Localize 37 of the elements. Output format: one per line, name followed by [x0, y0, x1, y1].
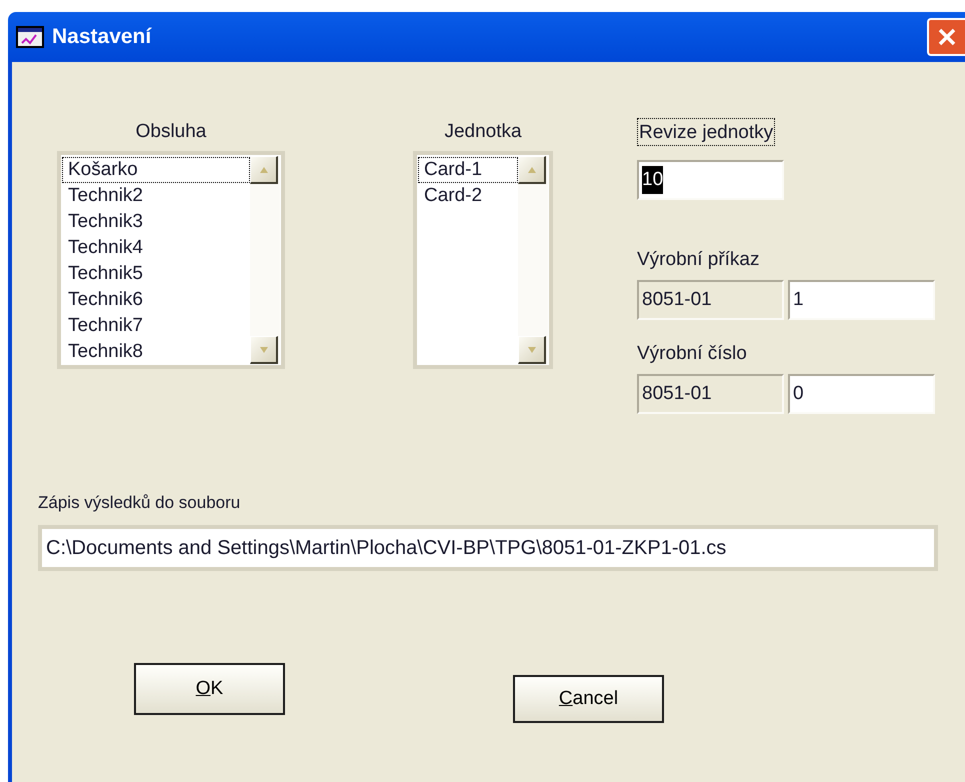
list-item[interactable]: Technik6: [62, 287, 250, 313]
field-label: Revize jednotky: [637, 118, 776, 146]
scrollbar[interactable]: [250, 156, 280, 364]
prefix-field: 8051-01: [637, 280, 784, 320]
field-label: Výrobní číslo: [637, 342, 748, 366]
input-field[interactable]: 10: [637, 160, 784, 200]
dialog-button[interactable]: OK: [134, 663, 285, 715]
field-label: Výrobní příkaz: [637, 248, 760, 272]
scroll-down-button[interactable]: [518, 336, 546, 364]
up-arrow-icon: [526, 166, 536, 174]
input-field[interactable]: C:\Documents and Settings\Martin\Plocha\CVI-BP\TPG\8051-01-ZKP1-01.cs: [38, 525, 938, 571]
list-item[interactable]: Technik5: [62, 261, 250, 287]
down-arrow-icon: [526, 346, 536, 354]
input-field[interactable]: 0: [788, 374, 935, 414]
down-arrow-icon: [258, 346, 268, 354]
app-icon: [16, 25, 44, 49]
list-item[interactable]: Card-2: [418, 183, 518, 209]
list-label: Obsluha: [136, 120, 206, 144]
input-field[interactable]: 1: [788, 280, 935, 320]
scroll-down-button[interactable]: [250, 336, 278, 364]
up-arrow-icon: [258, 166, 268, 174]
close-icon: [937, 27, 957, 47]
list-item[interactable]: Technik2: [62, 183, 250, 209]
close-button[interactable]: [927, 18, 965, 56]
list-item[interactable]: Technik8: [62, 339, 250, 365]
list-item[interactable]: Technik7: [62, 313, 250, 339]
list-label: Jednotka: [444, 120, 522, 144]
dialog-button[interactable]: Cancel: [513, 675, 664, 723]
field-value: 10: [642, 166, 664, 194]
list-item[interactable]: Technik4: [62, 235, 250, 261]
scroll-up-button[interactable]: [250, 156, 278, 184]
scroll-up-button[interactable]: [518, 156, 546, 184]
field-label: Zápis výsledků do souboru: [38, 492, 242, 514]
window-title: Nastavení: [52, 24, 152, 50]
list-item[interactable]: Technik3: [62, 209, 250, 235]
scrollbar[interactable]: [518, 156, 548, 364]
prefix-field: 8051-01: [637, 374, 784, 414]
